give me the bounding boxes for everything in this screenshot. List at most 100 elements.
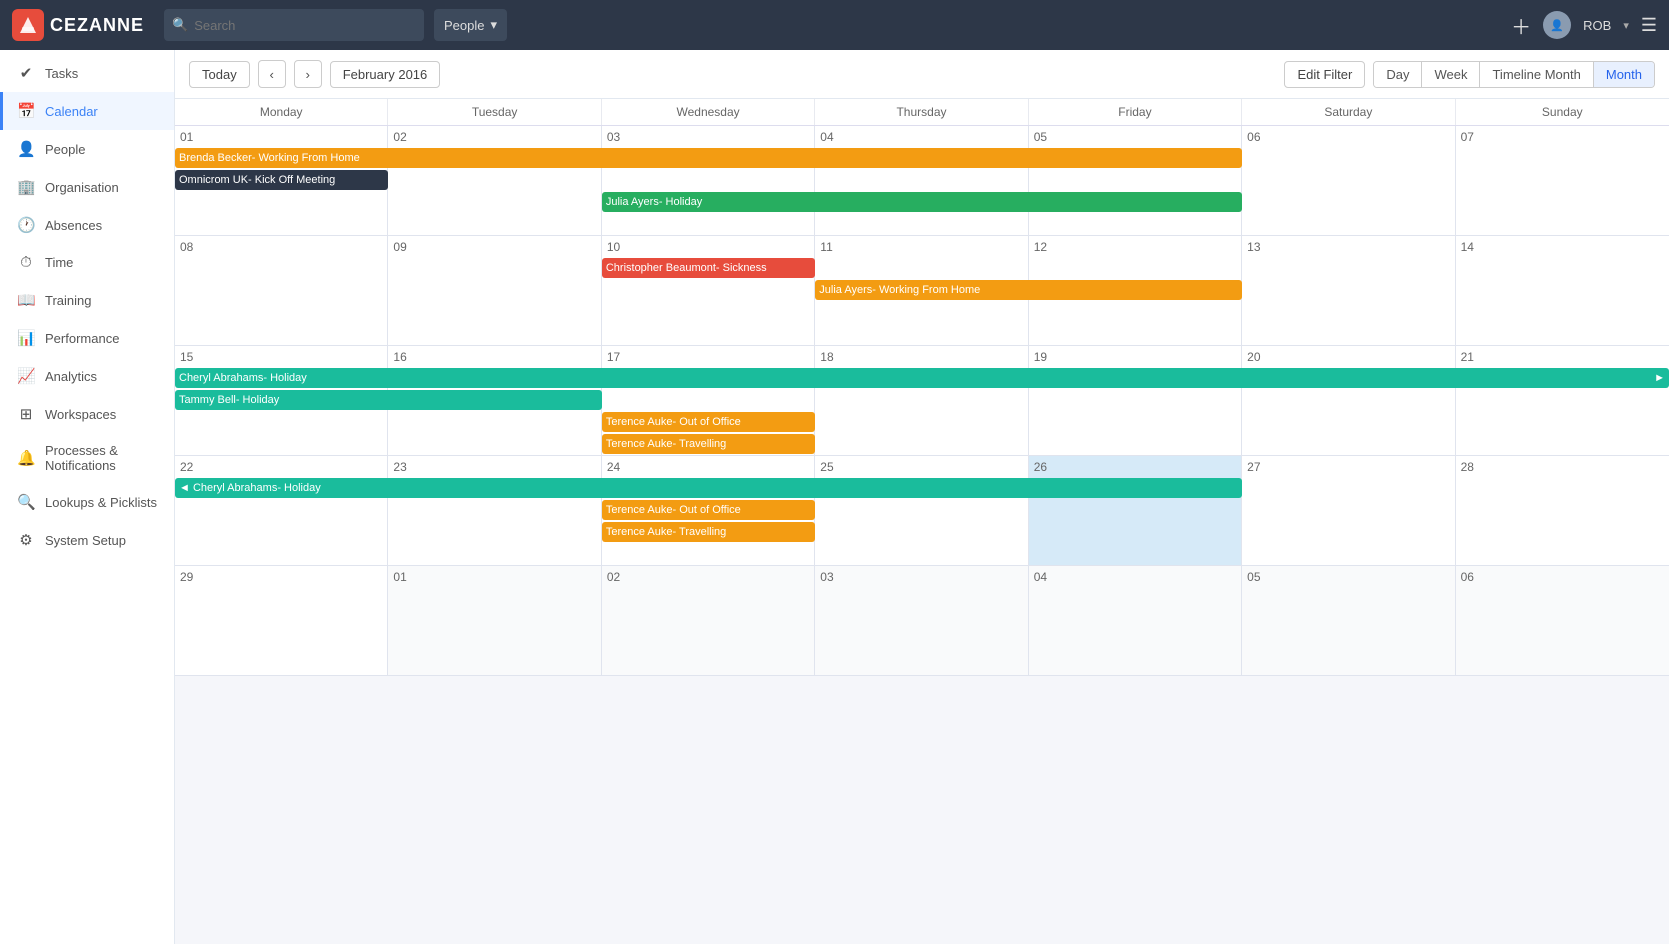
event-row-w0e1[interactable]: Omnicrom UK- Kick Off Meeting	[175, 170, 1669, 190]
day-num-w2d1: 16	[393, 350, 595, 364]
day-num-w0d4: 05	[1034, 130, 1236, 144]
day-num-w1d6: 14	[1461, 240, 1664, 254]
sidebar-label-organisation: Organisation	[45, 180, 119, 195]
cal-cell-w4d4[interactable]: 04	[1029, 566, 1242, 675]
sidebar-label-system: System Setup	[45, 533, 126, 548]
add-button[interactable]: ＋	[1511, 11, 1531, 40]
logo-text: CEZANNE	[50, 15, 144, 36]
sidebar-item-organisation[interactable]: 🏢 Organisation	[0, 168, 174, 206]
event-row-w0e2[interactable]: Julia Ayers- Holiday	[175, 192, 1669, 212]
event-row-w0e0[interactable]: Brenda Becker- Working From Home	[175, 148, 1669, 168]
topnav: CEZANNE 🔍 People ▾ ＋ 👤 ROB ▾ ☰	[0, 0, 1669, 50]
event-row-w3e0[interactable]: ◄ Cheryl Abrahams- Holiday	[175, 478, 1669, 498]
day-num-w0d1: 02	[393, 130, 595, 144]
day-num-w3d2: 24	[607, 460, 809, 474]
day-num-w2d5: 20	[1247, 350, 1449, 364]
day-num-w3d5: 27	[1247, 460, 1449, 474]
header-thursday: Thursday	[815, 99, 1028, 125]
events-overlay-w1: Christopher Beaumont- SicknessJulia Ayer…	[175, 258, 1669, 302]
day-num-w1d0: 08	[180, 240, 382, 254]
view-month[interactable]: Month	[1594, 62, 1654, 87]
sidebar-label-lookups: Lookups & Picklists	[45, 495, 157, 510]
event-row-w1e0[interactable]: Christopher Beaumont- Sickness	[175, 258, 1669, 278]
cal-cell-w4d3[interactable]: 03	[815, 566, 1028, 675]
day-num-w2d2: 17	[607, 350, 809, 364]
event-row-w2e1[interactable]: Tammy Bell- Holiday	[175, 390, 1669, 410]
event-row-w1e1[interactable]: Julia Ayers- Working From Home	[175, 280, 1669, 300]
header-wednesday: Wednesday	[602, 99, 815, 125]
sidebar-item-performance[interactable]: 📊 Performance	[0, 319, 174, 357]
cal-cell-w4d5[interactable]: 05	[1242, 566, 1455, 675]
day-num-w2d4: 19	[1034, 350, 1236, 364]
events-overlay-w3: ◄ Cheryl Abrahams- HolidayTerence Auke- …	[175, 478, 1669, 544]
user-menu-chevron[interactable]: ▾	[1623, 19, 1629, 32]
sidebar-label-processes: Processes & Notifications	[45, 443, 160, 473]
view-week[interactable]: Week	[1422, 62, 1480, 87]
chevron-down-icon: ▾	[491, 17, 498, 33]
search-input[interactable]	[194, 18, 416, 33]
next-button[interactable]: ›	[294, 60, 322, 88]
sidebar-item-analytics[interactable]: 📈 Analytics	[0, 357, 174, 395]
event-row-w2e3[interactable]: Terence Auke- Travelling	[175, 434, 1669, 454]
sidebar-item-lookups[interactable]: 🔍 Lookups & Picklists	[0, 483, 174, 521]
sidebar-label-training: Training	[45, 293, 91, 308]
sidebar: ✔ Tasks 📅 Calendar 👤 People 🏢 Organisati…	[0, 50, 175, 944]
edit-filter-button[interactable]: Edit Filter	[1284, 61, 1365, 88]
day-num-w0d5: 06	[1247, 130, 1449, 144]
cal-cell-w4d2[interactable]: 02	[602, 566, 815, 675]
event-row-w3e2[interactable]: Terence Auke- Travelling	[175, 522, 1669, 542]
event-row-w2e2[interactable]: Terence Auke- Out of Office	[175, 412, 1669, 432]
logo-icon	[12, 9, 44, 41]
sidebar-item-time[interactable]: ⏱ Time	[0, 244, 174, 281]
events-overlay-w2: Cheryl Abrahams- Holiday►Tammy Bell- Hol…	[175, 368, 1669, 456]
cal-cell-w4d0[interactable]: 29	[175, 566, 388, 675]
processes-icon: 🔔	[17, 449, 35, 467]
sidebar-item-tasks[interactable]: ✔ Tasks	[0, 54, 174, 92]
day-num-w2d6: 21	[1461, 350, 1664, 364]
calendar-content: Today ‹ › February 2016 Edit Filter Day …	[175, 50, 1669, 944]
header-monday: Monday	[175, 99, 388, 125]
calendar-icon: 📅	[17, 102, 35, 120]
today-button[interactable]: Today	[189, 61, 250, 88]
day-num-w3d0: 22	[180, 460, 382, 474]
sidebar-item-absences[interactable]: 🕐 Absences	[0, 206, 174, 244]
view-timeline-month[interactable]: Timeline Month	[1480, 62, 1593, 87]
hamburger-menu[interactable]: ☰	[1641, 15, 1657, 36]
logo: CEZANNE	[12, 9, 144, 41]
cal-cell-w4d1[interactable]: 01	[388, 566, 601, 675]
topnav-right: ＋ 👤 ROB ▾ ☰	[1511, 11, 1657, 40]
week-0: 01020304050607Brenda Becker- Working Fro…	[175, 126, 1669, 236]
search-box[interactable]: 🔍	[164, 9, 424, 41]
cal-cell-w4d6[interactable]: 06	[1456, 566, 1669, 675]
sidebar-item-people[interactable]: 👤 People	[0, 130, 174, 168]
day-num-w4d3: 03	[820, 570, 1022, 584]
day-num-w3d6: 28	[1461, 460, 1664, 474]
day-num-w1d3: 11	[820, 240, 1022, 254]
sidebar-item-training[interactable]: 📖 Training	[0, 281, 174, 319]
avatar: 👤	[1543, 11, 1571, 39]
sidebar-item-system[interactable]: ⚙ System Setup	[0, 521, 174, 559]
day-num-w1d5: 13	[1247, 240, 1449, 254]
sidebar-label-analytics: Analytics	[45, 369, 97, 384]
week-3: 22232425262728◄ Cheryl Abrahams- Holiday…	[175, 456, 1669, 566]
sidebar-item-processes[interactable]: 🔔 Processes & Notifications	[0, 433, 174, 483]
event-row-w3e1[interactable]: Terence Auke- Out of Office	[175, 500, 1669, 520]
day-num-w4d6: 06	[1461, 570, 1664, 584]
sidebar-item-calendar[interactable]: 📅 Calendar	[0, 92, 174, 130]
events-overlay-w0: Brenda Becker- Working From HomeOmnicrom…	[175, 148, 1669, 214]
people-dropdown[interactable]: People ▾	[434, 9, 507, 41]
day-num-w2d3: 18	[820, 350, 1022, 364]
system-icon: ⚙	[17, 531, 35, 549]
day-num-w4d0: 29	[180, 570, 382, 584]
search-icon: 🔍	[172, 17, 188, 33]
people-icon: 👤	[17, 140, 35, 158]
day-num-w4d1: 01	[393, 570, 595, 584]
day-num-w2d0: 15	[180, 350, 382, 364]
prev-button[interactable]: ‹	[258, 60, 286, 88]
event-row-w2e0[interactable]: Cheryl Abrahams- Holiday►	[175, 368, 1669, 388]
time-icon: ⏱	[17, 254, 35, 271]
day-num-w0d0: 01	[180, 130, 382, 144]
sidebar-item-workspaces[interactable]: ⊞ Workspaces	[0, 395, 174, 433]
day-num-w0d2: 03	[607, 130, 809, 144]
view-day[interactable]: Day	[1374, 62, 1422, 87]
